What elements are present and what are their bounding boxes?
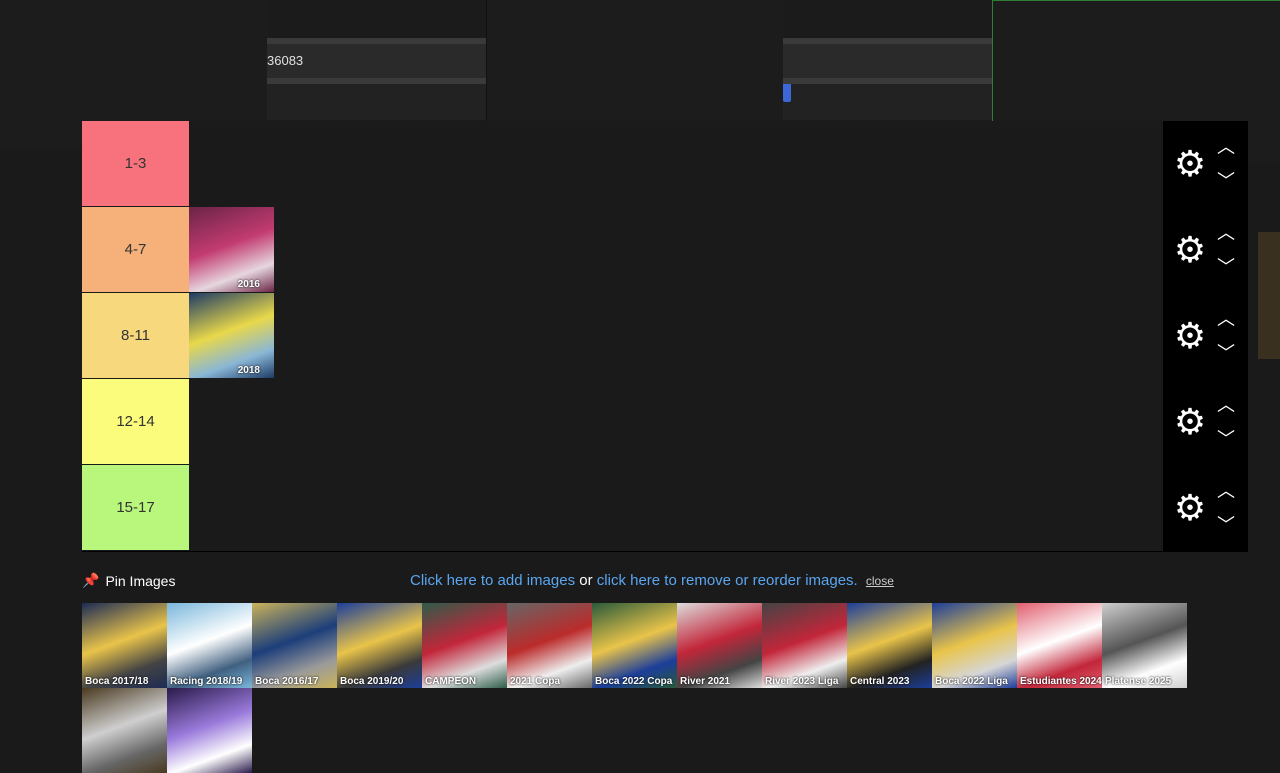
close-link[interactable]: close: [866, 574, 894, 588]
tier-items-dropzone[interactable]: 2016: [189, 207, 1163, 292]
tier-row: 15-17 ⚙ ︿ ﹀: [82, 465, 1248, 552]
chevron-down-icon[interactable]: ﹀: [1215, 344, 1237, 362]
pool-image-caption: 2021 Copa: [510, 676, 561, 687]
image-pool: Boca 2017/18 Racing 2018/19 Boca 2016/17 Bo…: [82, 603, 1187, 773]
tier-items-dropzone[interactable]: [189, 465, 1163, 550]
help-or-text: or: [575, 572, 597, 589]
tier-items-dropzone[interactable]: [189, 121, 1163, 206]
pool-image[interactable]: CAMPEON: [422, 603, 507, 688]
pool-image[interactable]: Boca 2022 Liga: [932, 603, 1017, 688]
pool-image[interactable]: Boca 2019/20: [337, 603, 422, 688]
tier-items-dropzone[interactable]: [189, 379, 1163, 464]
pool-image-caption: Central 2023: [850, 676, 910, 687]
tier-label[interactable]: 12-14: [82, 379, 189, 464]
pool-image[interactable]: Estudiantes 2024 Copa: [1017, 603, 1102, 688]
gear-icon[interactable]: ⚙: [1171, 317, 1209, 355]
gear-icon[interactable]: ⚙: [1171, 145, 1209, 183]
tier-item-caption: 2018: [237, 365, 260, 376]
pool-image[interactable]: [167, 688, 252, 773]
tier-item-image[interactable]: 2016: [189, 207, 274, 292]
pool-image-caption: Boca 2017/18: [85, 676, 149, 687]
side-image-peek: [1258, 232, 1280, 359]
gear-icon[interactable]: ⚙: [1171, 231, 1209, 269]
chevron-up-icon[interactable]: ︿: [1215, 224, 1237, 242]
chevron-up-icon[interactable]: ︿: [1215, 396, 1237, 414]
pool-image[interactable]: Central 2023: [847, 603, 932, 688]
tier-controls: ⚙ ︿ ﹀: [1163, 293, 1248, 379]
chevron-up-icon[interactable]: ︿: [1215, 482, 1237, 500]
chevron-up-icon[interactable]: ︿: [1215, 310, 1237, 328]
gear-icon[interactable]: ⚙: [1171, 489, 1209, 527]
tier-label[interactable]: 4-7: [82, 207, 189, 292]
reorder-images-link[interactable]: click here to remove or reorder images.: [597, 572, 858, 589]
pool-image-caption: Boca 2019/20: [340, 676, 404, 687]
pool-image[interactable]: River 2023 Liga: [762, 603, 847, 688]
tier-row: 4-7 2016 ⚙ ︿ ﹀: [82, 207, 1248, 294]
gear-icon[interactable]: ⚙: [1171, 403, 1209, 441]
tier-label[interactable]: 15-17: [82, 465, 189, 550]
chevron-down-icon[interactable]: ﹀: [1215, 172, 1237, 190]
overlay-field-value: 36083: [267, 44, 486, 78]
pool-image-caption: Racing 2018/19: [170, 676, 243, 687]
chevron-up-icon[interactable]: ︿: [1215, 138, 1237, 156]
pool-image-caption: Boca 2022 Liga: [935, 676, 1008, 687]
pool-image[interactable]: Boca 2017/18: [82, 603, 167, 688]
tier-item-caption: 2016: [237, 279, 260, 290]
tier-label[interactable]: 1-3: [82, 121, 189, 206]
pool-image-caption: Platense 2025: [1105, 676, 1172, 687]
pool-image[interactable]: Racing 2018/19: [167, 603, 252, 688]
pool-image[interactable]: Platense 2025: [1102, 603, 1187, 688]
tier-row: 1-3 ⚙ ︿ ﹀: [82, 121, 1248, 208]
pool-image-caption: River 2023 Liga: [765, 676, 839, 687]
overlay-row: [783, 84, 992, 120]
tier-controls: ⚙ ︿ ﹀: [1163, 207, 1248, 293]
pin-images-label: Pin Images: [105, 572, 176, 589]
pin-icon: 📌: [82, 572, 100, 588]
pool-image-caption: River 2021: [680, 676, 731, 687]
tier-controls: ⚙ ︿ ﹀: [1163, 121, 1248, 207]
chevron-down-icon[interactable]: ﹀: [1215, 430, 1237, 448]
help-text: Click here to add images or click here t…: [410, 572, 894, 589]
tier-label[interactable]: 8-11: [82, 293, 189, 378]
tier-row: 8-11 2018 ⚙ ︿ ﹀: [82, 293, 1248, 380]
pool-image[interactable]: 2021 Copa: [507, 603, 592, 688]
pool-image-caption: Boca 2016/17: [255, 676, 319, 687]
overlay-row: [267, 84, 486, 120]
add-images-link[interactable]: Click here to add images: [410, 572, 575, 589]
chevron-down-icon[interactable]: ﹀: [1215, 516, 1237, 534]
pin-images-toggle[interactable]: 📌 Pin Images: [82, 572, 175, 589]
tier-item-image[interactable]: 2018: [189, 293, 274, 378]
scroll-marker: [783, 84, 791, 102]
pool-image-caption: Estudiantes 2024 Copa: [1020, 676, 1102, 687]
pool-image[interactable]: [82, 688, 167, 773]
tier-items-dropzone[interactable]: 2018: [189, 293, 1163, 378]
overlay-field: [783, 44, 992, 78]
tier-controls: ⚙ ︿ ﹀: [1163, 465, 1248, 551]
pool-image-caption: Boca 2022 Copa: [595, 676, 673, 687]
pool-image-caption: CAMPEON: [425, 676, 477, 687]
pool-image[interactable]: Boca 2016/17: [252, 603, 337, 688]
pool-image[interactable]: River 2021: [677, 603, 762, 688]
chevron-down-icon[interactable]: ﹀: [1215, 258, 1237, 276]
pool-image[interactable]: Boca 2022 Copa: [592, 603, 677, 688]
tier-controls: ⚙ ︿ ﹀: [1163, 379, 1248, 465]
tier-row: 12-14 ⚙ ︿ ﹀: [82, 379, 1248, 466]
